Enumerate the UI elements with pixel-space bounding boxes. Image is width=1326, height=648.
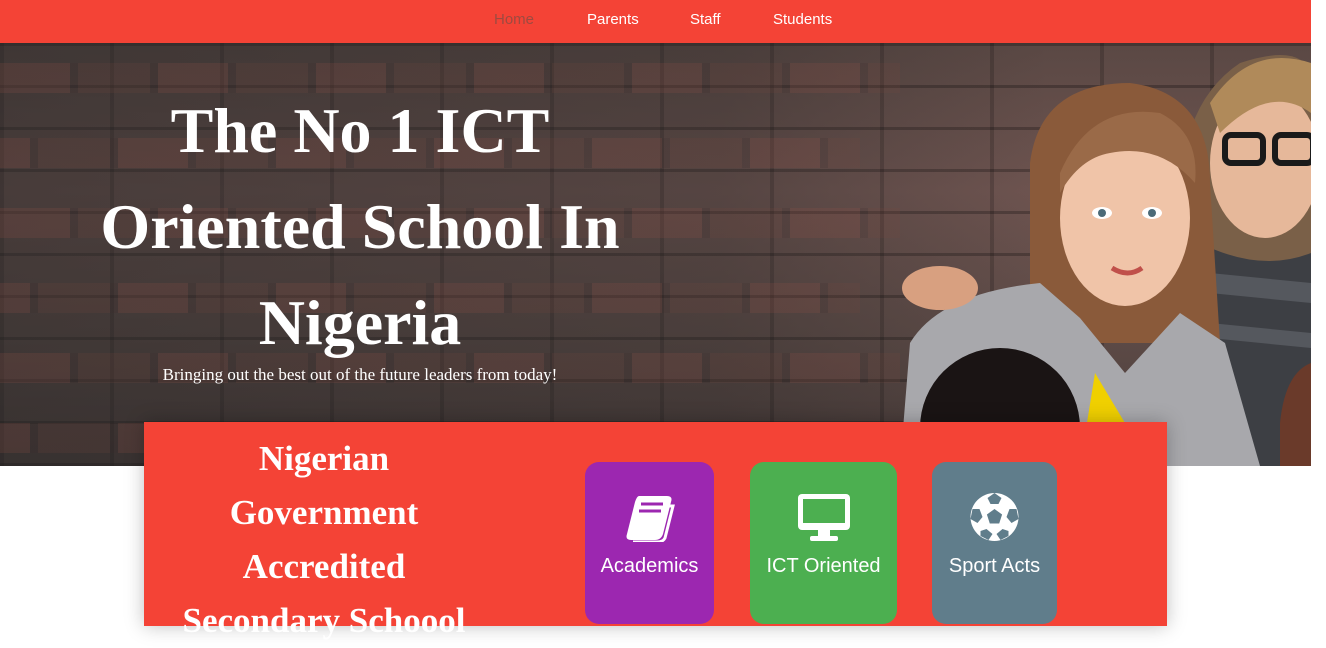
academics-card[interactable]: Academics xyxy=(585,462,714,624)
hero-banner: The No 1 ICT Oriented School In Nigeria … xyxy=(0,43,1311,466)
top-navigation: Home Parents Staff Students xyxy=(0,0,1311,43)
sport-acts-label: Sport Acts xyxy=(948,555,1041,577)
ict-oriented-label: ICT Oriented xyxy=(766,555,881,577)
nav-item-home[interactable]: Home xyxy=(494,11,534,28)
nav-item-staff[interactable]: Staff xyxy=(690,11,721,28)
students-photo xyxy=(900,55,1311,466)
nav-item-students[interactable]: Students xyxy=(773,11,832,28)
academics-label: Academics xyxy=(600,555,699,577)
hero-subtitle: Bringing out the best out of the future … xyxy=(162,365,558,384)
soccer-ball-icon xyxy=(970,493,1019,541)
sport-acts-card[interactable]: Sport Acts xyxy=(932,462,1057,624)
hero-title: The No 1 ICT Oriented School In Nigeria xyxy=(100,95,620,358)
features-panel: Nigerian Government Accredited Secondary… xyxy=(144,422,1167,640)
ict-oriented-card[interactable]: ICT Oriented xyxy=(750,462,897,624)
monitor-icon xyxy=(798,494,850,541)
nav-item-parents[interactable]: Parents xyxy=(587,11,639,28)
book-icon xyxy=(626,496,675,542)
accreditation-title: Nigerian Government Accredited Secondary… xyxy=(182,439,466,640)
